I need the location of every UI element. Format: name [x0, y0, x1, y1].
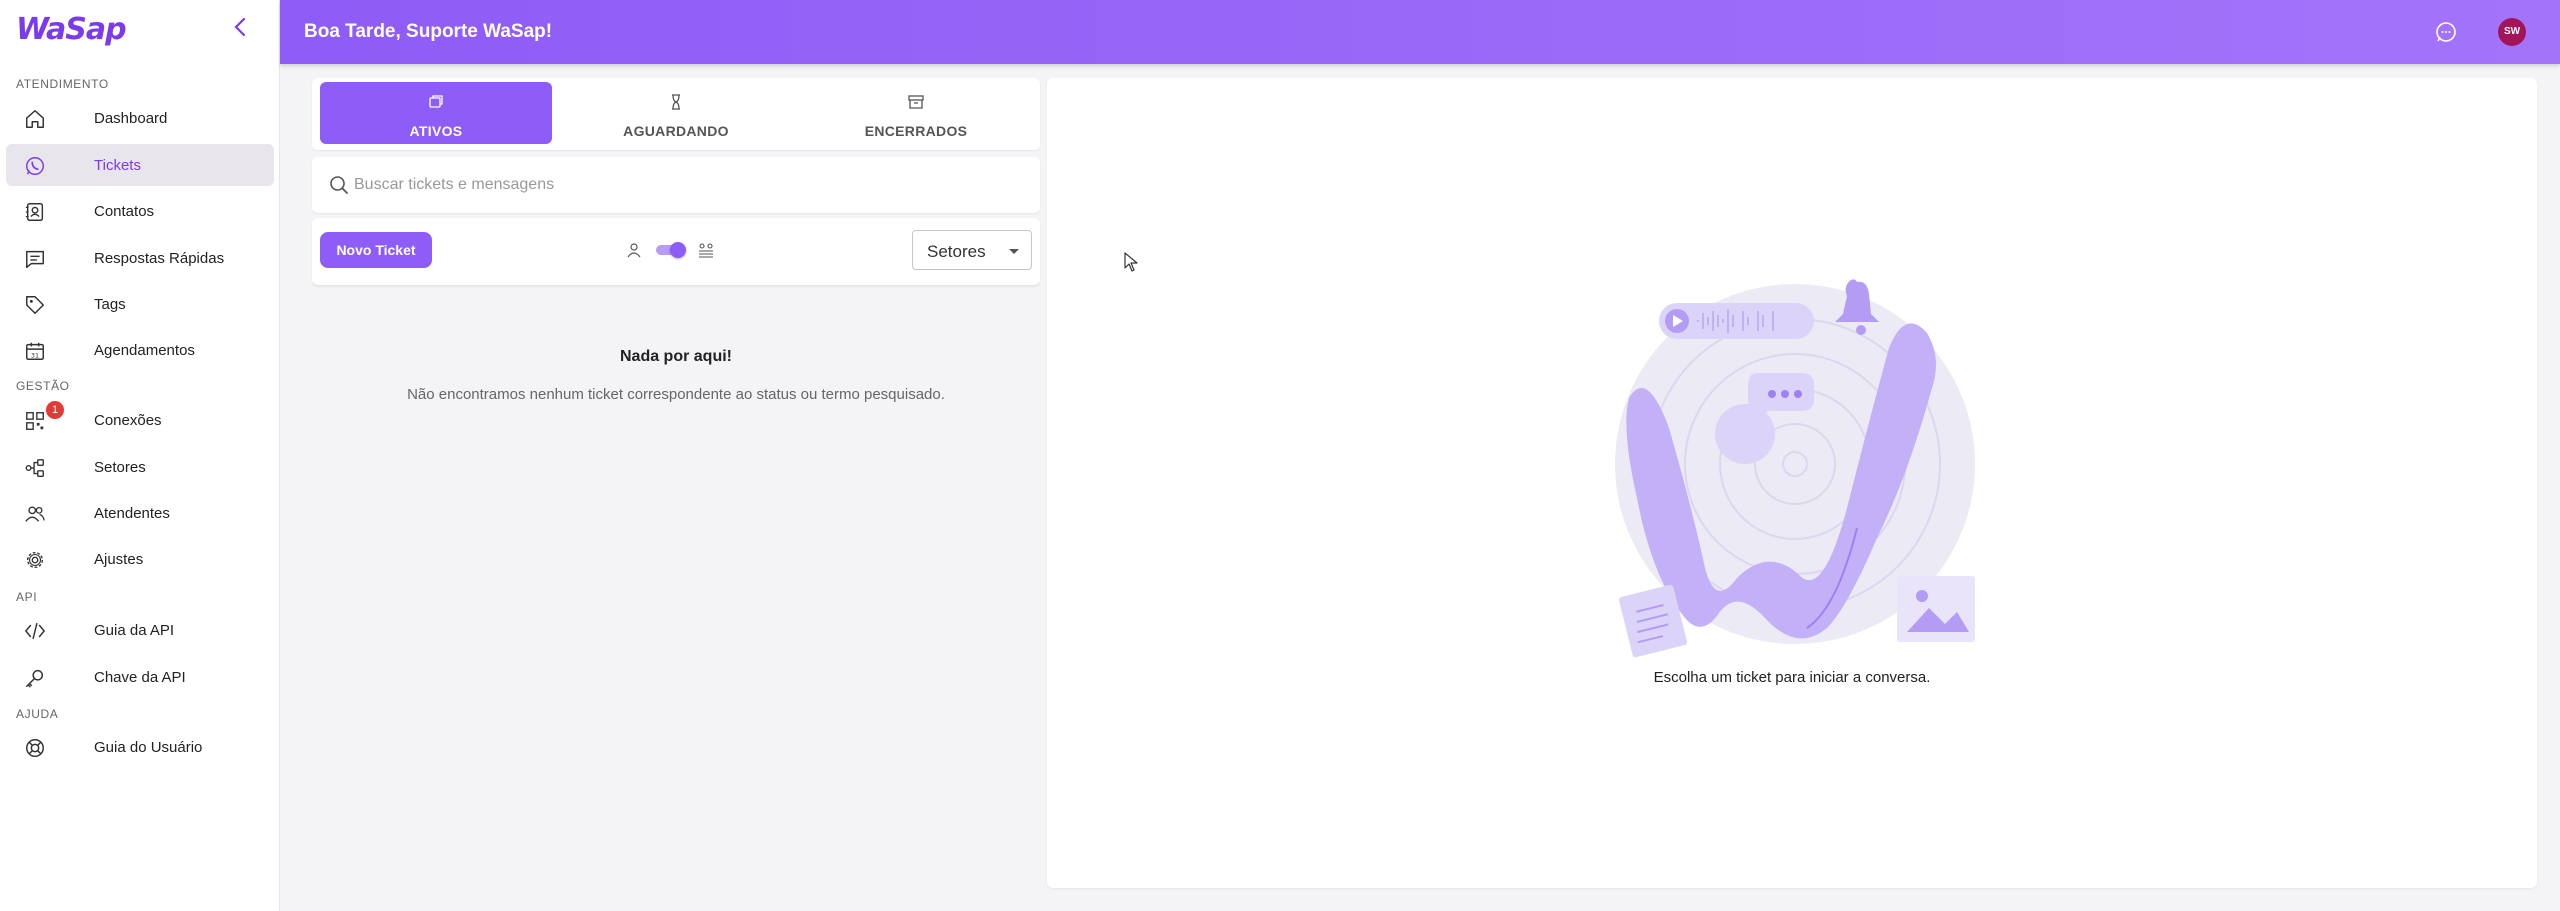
sector-select-value: Setores — [927, 242, 986, 261]
ticket-status-tabs: ATIVOS AGUARDANDO ENCERRADOS — [312, 78, 1040, 150]
tab-label: ENCERRADOS — [864, 123, 968, 139]
sidebar-item-label: Tickets — [94, 156, 141, 174]
tag-icon — [26, 296, 44, 314]
select-ticket-hint: Escolha um ticket para iniciar a convers… — [1653, 669, 1931, 686]
copy-icon — [429, 95, 443, 108]
search-icon — [330, 176, 348, 194]
search-input[interactable] — [354, 167, 1014, 203]
chevron-left-icon — [234, 17, 246, 37]
sidebar-item-label: Atendentes — [94, 504, 170, 522]
sidebar-item-guia-do-usuario[interactable]: Guia do Usuário — [6, 726, 274, 768]
tab-label: AGUARDANDO — [623, 123, 729, 139]
sidebar: WaSap ATENDIMENTO Dashboard Tickets Cont… — [0, 0, 280, 911]
sidebar-item-ajustes[interactable]: Ajustes — [6, 538, 274, 580]
lifebuoy-icon — [26, 739, 44, 757]
sidebar-item-guia-da-api[interactable]: Guia da API — [6, 609, 274, 651]
sidebar-item-label: Contatos — [94, 202, 155, 220]
caret-down-icon — [1009, 249, 1019, 254]
key-icon — [26, 669, 44, 688]
sidebar-item-label: Chave da API — [94, 668, 186, 686]
sidebar-item-conexoes[interactable]: 1 Conexões — [6, 399, 274, 441]
sector-select[interactable]: Setores — [912, 230, 1032, 270]
hourglass-icon — [672, 94, 680, 110]
wasap-logo[interactable]: WaSap — [16, 6, 127, 52]
svg-text:31: 31 — [31, 351, 39, 359]
home-icon — [26, 110, 44, 128]
sidebar-item-label: Conexões — [94, 411, 162, 429]
empty-state-title: Nada por aqui! — [619, 348, 732, 365]
sidebar-item-label: Tags — [94, 295, 126, 313]
sidebar-item-label: Guia do Usuário — [94, 738, 203, 756]
sidebar-item-atendentes[interactable]: Atendentes — [6, 492, 274, 534]
sidebar-item-respostas-rapidas[interactable]: Respostas Rápidas — [6, 237, 274, 279]
users-icon — [25, 506, 45, 522]
sidebar-item-contatos[interactable]: Contatos — [6, 190, 274, 232]
sidebar-item-label: Ajustes — [94, 550, 144, 568]
qrcode-icon — [26, 412, 44, 430]
chat-bubble-icon[interactable] — [2434, 20, 2458, 44]
sidebar-item-dashboard[interactable]: Dashboard — [6, 97, 274, 139]
greeting-title: Boa Tarde, Suporte WaSap! — [304, 21, 553, 42]
section-label-api: API — [16, 590, 38, 604]
sidebar-item-tickets[interactable]: Tickets — [6, 144, 274, 186]
ticket-toolbar: Novo Ticket Setores — [312, 218, 1040, 286]
logo-text: WaSap — [16, 11, 127, 47]
sidebar-item-label: Dashboard — [94, 109, 168, 127]
user-icon — [627, 243, 641, 258]
sidebar-item-agendamentos[interactable]: 31 Agendamentos — [6, 329, 274, 371]
mouse-cursor-icon — [1124, 252, 1138, 272]
gear-icon — [26, 551, 44, 569]
group-icon — [699, 243, 713, 258]
show-all-toggle[interactable] — [654, 241, 686, 259]
contact-book-icon — [25, 203, 44, 221]
chat-panel: Escolha um ticket para iniciar a convers… — [1047, 78, 2537, 888]
sidebar-item-label: Setores — [94, 458, 146, 476]
hierarchy-icon — [25, 459, 44, 477]
calendar-icon: 31 — [26, 342, 44, 360]
whatsapp-icon — [26, 157, 44, 175]
top-header: Boa Tarde, Suporte WaSap! SW — [280, 0, 2560, 64]
archive-icon — [908, 95, 924, 109]
avatar[interactable]: SW — [2498, 18, 2526, 46]
tab-label: ATIVOS — [409, 123, 463, 139]
notification-badge: 1 — [46, 401, 64, 419]
sidebar-item-setores[interactable]: Setores — [6, 446, 274, 488]
sidebar-item-tags[interactable]: Tags — [6, 283, 274, 325]
message-square-icon — [26, 250, 44, 268]
section-label-gestao: GESTÃO — [16, 379, 70, 393]
toggle-thumb — [670, 242, 686, 258]
section-label-atendimento: ATENDIMENTO — [16, 77, 109, 91]
empty-state-description: Não encontramos nenhum ticket correspond… — [407, 386, 945, 403]
sidebar-item-chave-da-api[interactable]: Chave da API — [6, 656, 274, 698]
new-ticket-button[interactable]: Novo Ticket — [320, 232, 432, 268]
ticket-search — [312, 157, 1040, 213]
sidebar-item-label: Respostas Rápidas — [94, 249, 225, 267]
tab-ativos[interactable]: ATIVOS — [320, 82, 552, 144]
section-label-ajuda: AJUDA — [16, 707, 59, 721]
collapse-sidebar-button[interactable] — [228, 14, 252, 40]
tab-encerrados[interactable]: ENCERRADOS — [800, 82, 1032, 144]
sidebar-item-label: Guia da API — [94, 621, 175, 639]
tab-aguardando[interactable]: AGUARDANDO — [560, 82, 792, 144]
sidebar-item-label: Agendamentos — [94, 341, 195, 359]
code-icon — [24, 622, 46, 640]
